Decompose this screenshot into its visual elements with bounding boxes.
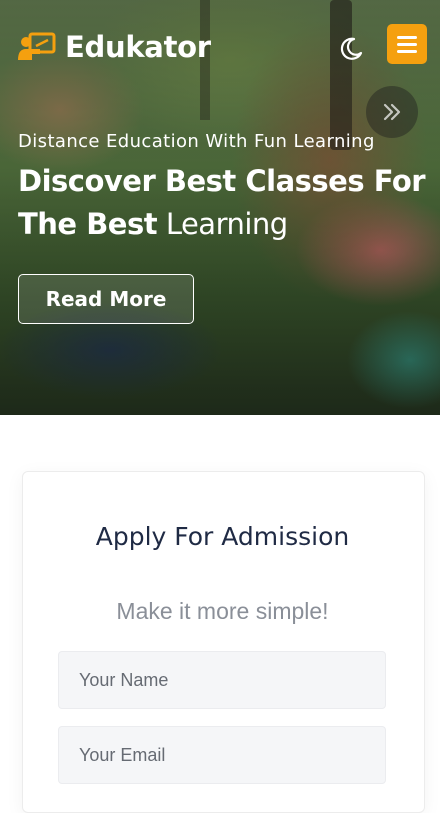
hamburger-menu-icon (397, 35, 417, 39)
name-input[interactable] (58, 651, 386, 709)
hero-subtitle: Distance Education With Fun Learning (18, 131, 375, 152)
brand-name: Edukator (65, 30, 211, 64)
moon-icon[interactable] (338, 36, 364, 62)
hero-title: Discover Best Classes For The Best Learn… (18, 160, 438, 246)
presentation-board-icon (18, 32, 56, 62)
hero-title-light: Learning (165, 207, 288, 241)
double-chevron-right-icon (383, 103, 401, 121)
admission-title: Apply For Admission (95, 522, 350, 551)
brand-logo[interactable]: Edukator (18, 30, 211, 64)
admission-subtitle: Make it more simple! (116, 598, 329, 624)
read-more-button[interactable]: Read More (18, 274, 194, 324)
email-input[interactable] (58, 726, 386, 784)
menu-button[interactable] (387, 24, 427, 64)
hero-banner: Edukator Distance Education With Fun Lea… (0, 0, 440, 415)
